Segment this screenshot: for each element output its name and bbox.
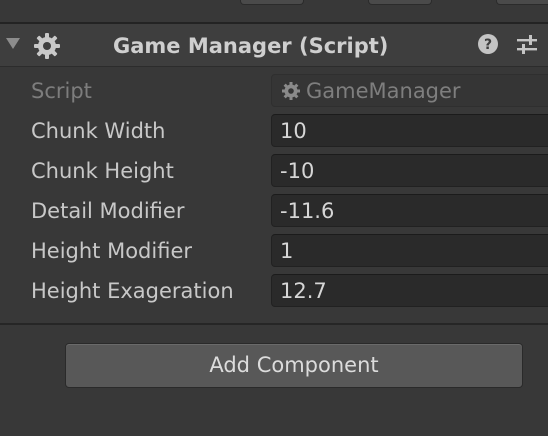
help-icon[interactable]: ?	[478, 34, 498, 54]
detail-modifier-field[interactable]: -11.6	[271, 194, 548, 227]
chunk-width-field[interactable]: 10	[271, 114, 548, 147]
property-value: -11.6	[280, 199, 335, 223]
property-row-detail-modifier: Detail Modifier -11.6	[0, 191, 548, 231]
property-label[interactable]: Detail Modifier	[31, 198, 184, 224]
settings-sliders-icon[interactable]	[516, 34, 538, 56]
property-value: GameManager	[306, 79, 461, 103]
property-value: 1	[280, 239, 294, 263]
property-row-chunk-width: Chunk Width 10	[0, 111, 548, 151]
property-label[interactable]: Height Exageration	[31, 278, 234, 304]
add-component-button[interactable]: Add Component	[65, 343, 523, 388]
property-label: Script	[31, 79, 92, 103]
property-value: 12.7	[280, 279, 327, 303]
property-value: -10	[280, 159, 315, 183]
height-exageration-field[interactable]: 12.7	[271, 274, 548, 307]
foldout-arrow-icon[interactable]	[6, 38, 20, 49]
property-row-height-exageration: Height Exageration 12.7	[0, 271, 548, 311]
component-divider	[0, 323, 548, 325]
chunk-height-field[interactable]: -10	[271, 154, 548, 187]
toolbar-strip	[0, 0, 548, 24]
property-row-height-modifier: Height Modifier 1	[0, 231, 548, 271]
svg-text:?: ?	[484, 37, 492, 53]
property-row-script: Script GameManager	[0, 71, 548, 111]
gear-icon	[34, 33, 60, 59]
inspector-panel: Game Manager (Script) ? Script GameManag…	[0, 0, 548, 436]
toolbar-button[interactable]	[368, 0, 432, 5]
script-gear-icon	[282, 82, 300, 100]
height-modifier-field[interactable]: 1	[271, 234, 548, 267]
property-label[interactable]: Chunk Width	[31, 118, 165, 144]
property-row-chunk-height: Chunk Height -10	[0, 151, 548, 191]
component-header[interactable]: Game Manager (Script) ?	[0, 24, 548, 67]
property-value: 10	[280, 119, 307, 143]
toolbar-button[interactable]	[240, 0, 304, 5]
script-object-field[interactable]: GameManager	[271, 74, 548, 107]
toolbar-button[interactable]	[496, 0, 548, 5]
property-label[interactable]: Chunk Height	[31, 158, 174, 184]
component-title: Game Manager (Script)	[113, 34, 389, 58]
property-label[interactable]: Height Modifier	[31, 238, 192, 264]
